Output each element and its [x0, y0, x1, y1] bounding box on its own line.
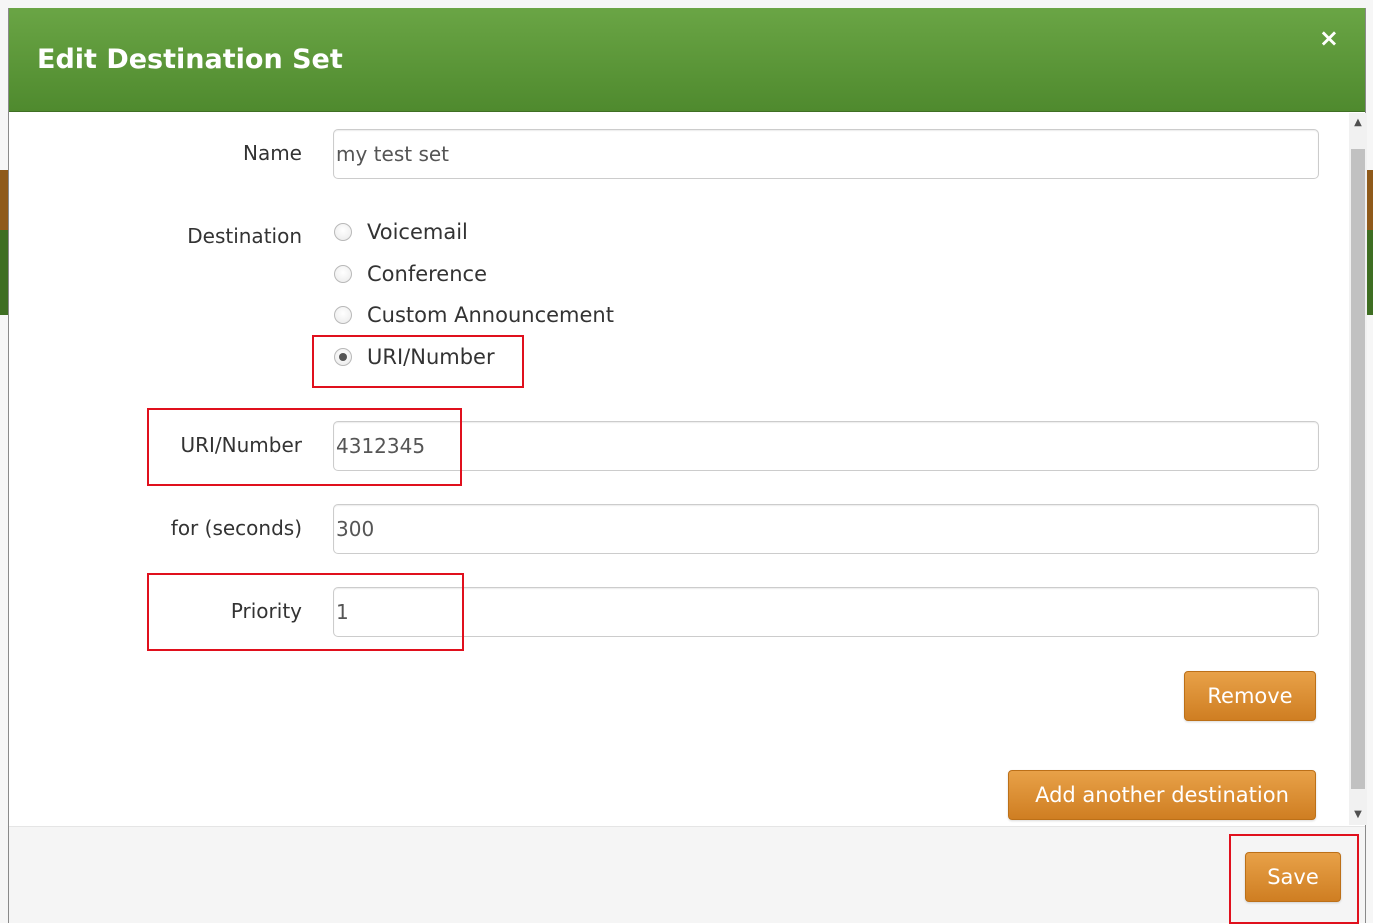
scroll-up-arrow-icon[interactable]: ▲ — [1349, 113, 1367, 133]
destination-label: Destination — [187, 224, 302, 248]
dialog-body: Name my test set Destination Voicemail C… — [9, 113, 1349, 825]
scrollbar-thumb[interactable] — [1351, 149, 1365, 789]
radio-label-voicemail: Voicemail — [367, 220, 468, 244]
uri-number-label: URI/Number — [180, 433, 302, 457]
priority-label: Priority — [230, 599, 302, 623]
radio-option-voicemail[interactable]: Voicemail — [334, 217, 468, 247]
dialog-footer: Save — [9, 826, 1365, 924]
radio-option-uri-number[interactable]: URI/Number — [334, 342, 495, 372]
scroll-down-arrow-icon[interactable]: ▼ — [1349, 805, 1367, 825]
radio-button[interactable] — [334, 306, 352, 324]
vertical-scrollbar[interactable]: ▲ ▼ — [1349, 113, 1367, 825]
uri-number-field[interactable]: 4312345 — [333, 421, 1319, 471]
close-icon[interactable]: × — [1319, 24, 1339, 52]
name-field[interactable]: my test set — [333, 129, 1319, 179]
radio-button[interactable] — [334, 223, 352, 241]
dialog-header: Edit Destination Set × — [9, 8, 1365, 112]
seconds-field[interactable]: 300 — [333, 504, 1319, 554]
add-another-destination-button[interactable]: Add another destination — [1008, 770, 1316, 820]
priority-field[interactable]: 1 — [333, 587, 1319, 637]
radio-button[interactable] — [334, 265, 352, 283]
save-button[interactable]: Save — [1245, 852, 1341, 902]
radio-button-selected[interactable] — [334, 348, 352, 366]
name-label: Name — [242, 141, 302, 165]
radio-label-uri-number: URI/Number — [367, 345, 495, 369]
dialog-title: Edit Destination Set — [37, 44, 343, 75]
remove-button[interactable]: Remove — [1184, 671, 1316, 721]
seconds-label: for (seconds) — [170, 516, 302, 540]
radio-label-conference: Conference — [367, 262, 488, 286]
radio-label-custom-announcement: Custom Announcement — [367, 303, 614, 327]
radio-option-conference[interactable]: Conference — [334, 259, 487, 289]
radio-option-custom-announcement[interactable]: Custom Announcement — [334, 300, 614, 330]
edit-destination-set-dialog: Edit Destination Set × Name my test set … — [8, 8, 1367, 924]
